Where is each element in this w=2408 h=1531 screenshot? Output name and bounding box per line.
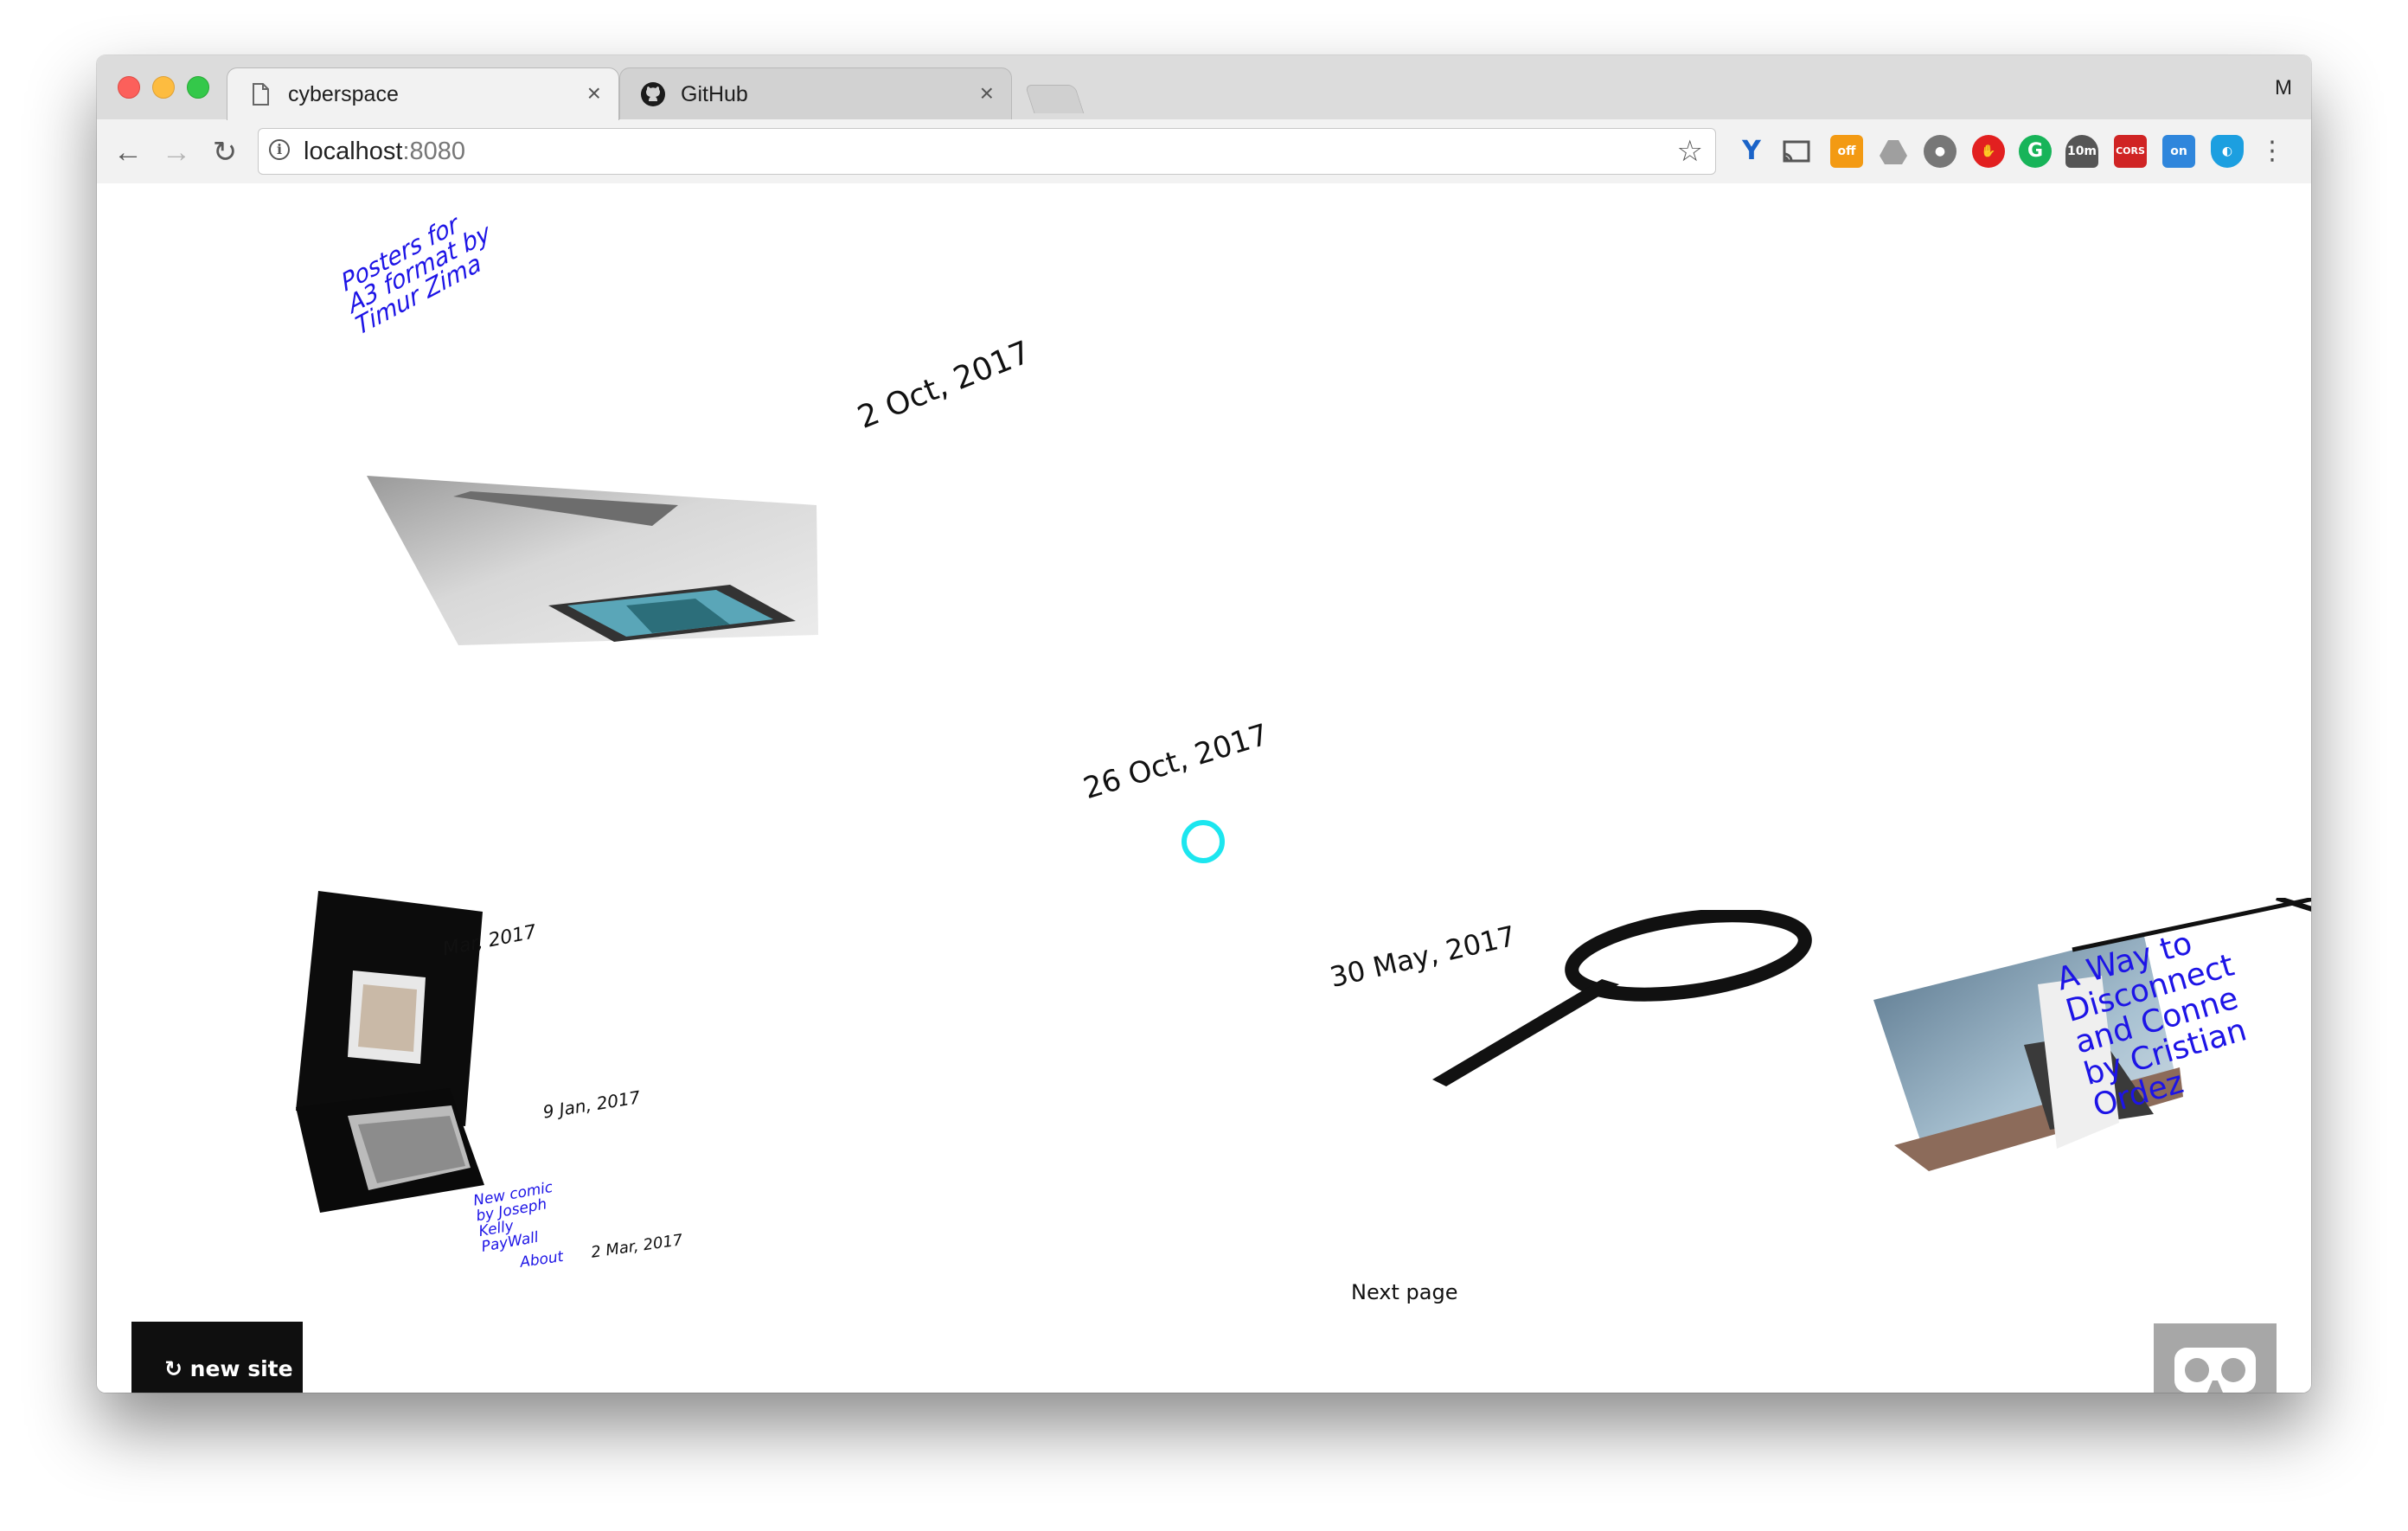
address-bar[interactable]: i localhost:8080 ☆ — [258, 128, 1716, 175]
vpn-icon[interactable]: Y — [1735, 135, 1768, 168]
new-site-button[interactable]: ↻ new site — [131, 1322, 303, 1393]
info-icon[interactable]: i — [269, 139, 290, 160]
posters-link[interactable]: Posters for A3 format by Timur Zima — [338, 199, 500, 342]
film-icon[interactable]: ● — [1924, 135, 1956, 168]
timer-icon[interactable]: 10m — [2065, 135, 2098, 168]
cursor-ring — [1182, 820, 1225, 863]
minimize-window-button[interactable] — [152, 76, 175, 99]
forward-icon[interactable]: → — [159, 135, 194, 170]
mask-icon[interactable]: ◐ — [2211, 135, 2244, 168]
reload-icon[interactable]: ↻ — [208, 135, 242, 170]
cors-badge: CORS — [2116, 145, 2145, 157]
on-extension-icon[interactable]: on — [2162, 135, 2195, 168]
tab-title: GitHub — [681, 82, 748, 106]
vr-button[interactable] — [2154, 1323, 2277, 1393]
back-icon[interactable]: ← — [111, 135, 145, 170]
cast-icon[interactable] — [1780, 135, 1813, 168]
bookmark-star-icon[interactable]: ☆ — [1677, 134, 1703, 169]
grammarly-icon[interactable]: G — [2019, 135, 2052, 168]
page-content: Posters for A3 format by Timur Zima 2 Oc… — [97, 183, 2311, 1393]
drive-icon[interactable] — [1877, 135, 1910, 168]
date-label: 2 Mar, 2017 — [590, 1231, 684, 1262]
browser-toolbar: ← → ↻ i localhost:8080 ☆ Y off ● ✋ G 10m… — [97, 119, 2311, 184]
posters-photo[interactable] — [367, 476, 834, 649]
profile-initial[interactable]: M — [2275, 76, 2292, 100]
close-window-button[interactable] — [118, 76, 140, 99]
tab-github[interactable]: GitHub × — [619, 67, 1012, 120]
date-label: 2 Oct, 2017 — [853, 334, 1036, 437]
vr-goggles-icon — [2174, 1348, 2256, 1393]
new-site-label: ↻ new site — [164, 1356, 293, 1381]
github-icon — [641, 82, 665, 106]
tab-close-icon[interactable]: × — [980, 80, 994, 106]
adblock-icon[interactable]: ✋ — [1972, 135, 2005, 168]
tab-strip: cyberspace × GitHub × M — [97, 55, 2311, 120]
menu-dots-icon[interactable]: ⋮ — [2259, 135, 2285, 168]
document-icon — [253, 83, 269, 106]
url-host: localhost — [304, 138, 403, 165]
new-tab-button[interactable] — [1024, 85, 1085, 113]
tab-cyberspace[interactable]: cyberspace × — [227, 67, 619, 120]
maximize-window-button[interactable] — [187, 76, 209, 99]
tab-close-icon[interactable]: × — [587, 80, 601, 106]
next-page-link[interactable]: Next page — [1351, 1280, 1457, 1304]
magnifier-shape — [1432, 910, 1812, 1086]
comic-link[interactable]: New comic by Joseph Kelly PayWall — [472, 1179, 562, 1256]
off-badge: off — [1837, 144, 1856, 158]
tab-title: cyberspace — [288, 82, 399, 106]
off-extension-icon[interactable]: off — [1830, 135, 1863, 168]
date-label: 26 Oct, 2017 — [1079, 717, 1273, 807]
about-link[interactable]: About — [519, 1248, 565, 1272]
cors-icon[interactable]: CORS — [2114, 135, 2147, 168]
browser-window: cyberspace × GitHub × M ← → ↻ i localhos… — [97, 55, 2311, 1393]
on-badge: on — [2170, 144, 2187, 158]
timer-badge: 10m — [2066, 144, 2097, 158]
url-text[interactable]: localhost:8080 — [304, 138, 465, 166]
url-port: :8080 — [402, 138, 466, 165]
